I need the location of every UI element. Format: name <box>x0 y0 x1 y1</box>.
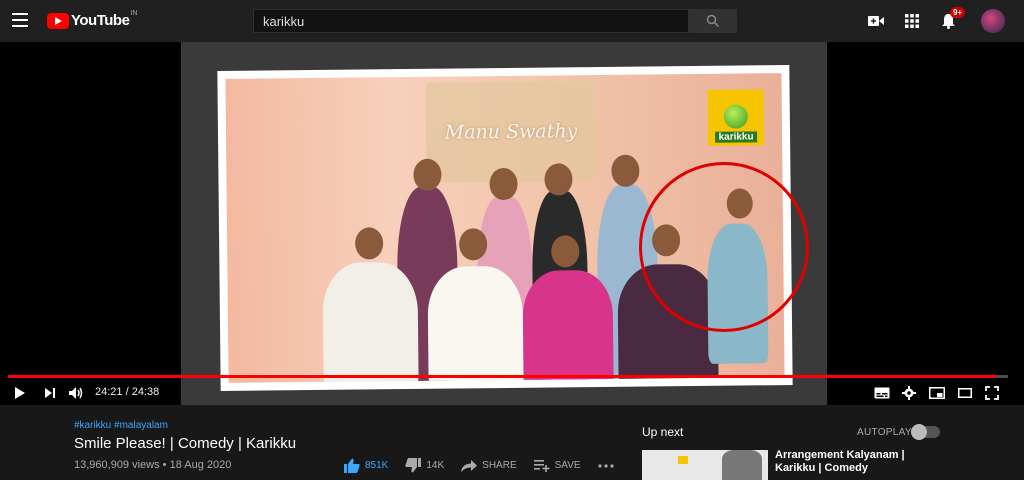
more-horizontal-icon <box>597 463 614 468</box>
next-video-thumbnail[interactable] <box>642 450 768 480</box>
miniplayer-icon <box>929 387 945 399</box>
country-code: IN <box>130 10 138 17</box>
like-button[interactable]: 851K <box>344 458 388 473</box>
green-coconut-icon <box>723 104 748 129</box>
play-icon <box>15 387 25 399</box>
video-frame[interactable]: Manu Swathy karikku <box>181 42 827 405</box>
person-head <box>459 228 488 261</box>
stage-backdrop: Manu Swathy <box>425 81 597 183</box>
thumbs-down-icon <box>405 458 422 473</box>
thumbnail-figure <box>722 450 762 480</box>
person-head <box>551 235 580 268</box>
apps-grid-icon[interactable] <box>902 11 922 31</box>
autoplay-toggle[interactable] <box>911 424 940 440</box>
highlight-circle <box>639 162 809 332</box>
theater-mode-icon <box>958 388 972 398</box>
progress-bar[interactable] <box>8 375 1008 378</box>
volume-icon <box>69 387 83 399</box>
skip-next-icon <box>45 388 55 398</box>
save-button[interactable]: SAVE <box>533 459 581 472</box>
search-box <box>253 9 689 33</box>
fullscreen-button[interactable] <box>984 385 1000 401</box>
miniplayer-button[interactable] <box>929 385 945 401</box>
search-button[interactable] <box>689 9 737 33</box>
thumbnail-logo <box>678 456 688 464</box>
settings-button[interactable] <box>901 385 917 401</box>
create-video-icon[interactable] <box>866 11 886 31</box>
dislike-count: 14K <box>426 460 445 471</box>
video-player[interactable]: Manu Swathy karikku 24:21 / 24:38 <box>0 42 1024 405</box>
next-button[interactable] <box>42 385 58 401</box>
person-head <box>489 167 518 201</box>
dislike-button[interactable]: 14K <box>405 458 444 473</box>
autoplay-label: AUTOPLAY <box>857 427 912 438</box>
playlist-add-icon <box>533 459 550 472</box>
person-figure <box>427 265 524 383</box>
toggle-knob <box>911 424 927 440</box>
progress-fill <box>8 375 996 378</box>
video-actions: 851K 14K SHARE SAVE <box>344 458 631 473</box>
like-count: 851K <box>365 460 389 471</box>
save-label: SAVE <box>554 460 581 471</box>
up-next-heading: Up next <box>642 425 684 439</box>
notification-badge: 9+ <box>950 7 966 18</box>
hashtags[interactable]: #karikku #malayalam <box>74 420 296 431</box>
play-button[interactable] <box>12 385 28 401</box>
play-logo-icon <box>47 12 69 29</box>
search-icon <box>706 14 720 28</box>
avatar[interactable] <box>981 9 1005 33</box>
person-figure <box>322 261 419 383</box>
stage-text: Manu Swathy <box>444 120 578 144</box>
share-label: SHARE <box>482 460 517 471</box>
person-head <box>413 158 442 191</box>
search-input[interactable] <box>254 10 688 32</box>
subtitles-icon <box>874 387 890 399</box>
views-date: 13,960,909 views • 18 Aug 2020 <box>74 459 232 471</box>
video-logo-text: karikku <box>715 131 757 143</box>
logo-text: YouTube <box>71 12 130 29</box>
volume-button[interactable] <box>68 385 84 401</box>
theater-mode-button[interactable] <box>957 385 973 401</box>
time-display: 24:21 / 24:38 <box>95 386 160 398</box>
gear-icon <box>902 386 916 400</box>
next-video-title-line1: Arrangement Kalyanam | <box>775 449 905 461</box>
share-button[interactable]: SHARE <box>461 459 517 472</box>
subtitles-button[interactable] <box>874 385 890 401</box>
thumbs-up-icon <box>344 458 360 473</box>
person-head <box>354 227 384 260</box>
top-bar: YouTube IN 9+ <box>0 0 1024 42</box>
more-actions-button[interactable] <box>597 463 614 468</box>
person-figure <box>522 269 614 383</box>
youtube-logo[interactable]: YouTube IN <box>47 10 138 29</box>
person-head <box>611 154 640 187</box>
fullscreen-icon <box>985 386 999 400</box>
next-video-title-line2: Karikku | Comedy <box>775 462 868 474</box>
person-head <box>544 163 573 196</box>
video-title: Smile Please! | Comedy | Karikku <box>74 435 297 452</box>
player-controls: 24:21 / 24:38 <box>0 380 1024 405</box>
share-icon <box>461 459 478 472</box>
next-video-title[interactable]: Arrangement Kalyanam | Karikku | Comedy <box>775 449 905 475</box>
karikku-logo: karikku <box>707 89 765 146</box>
hamburger-menu-icon[interactable] <box>12 13 28 27</box>
video-info: #karikku #malayalam Smile Please! | Come… <box>74 420 296 452</box>
